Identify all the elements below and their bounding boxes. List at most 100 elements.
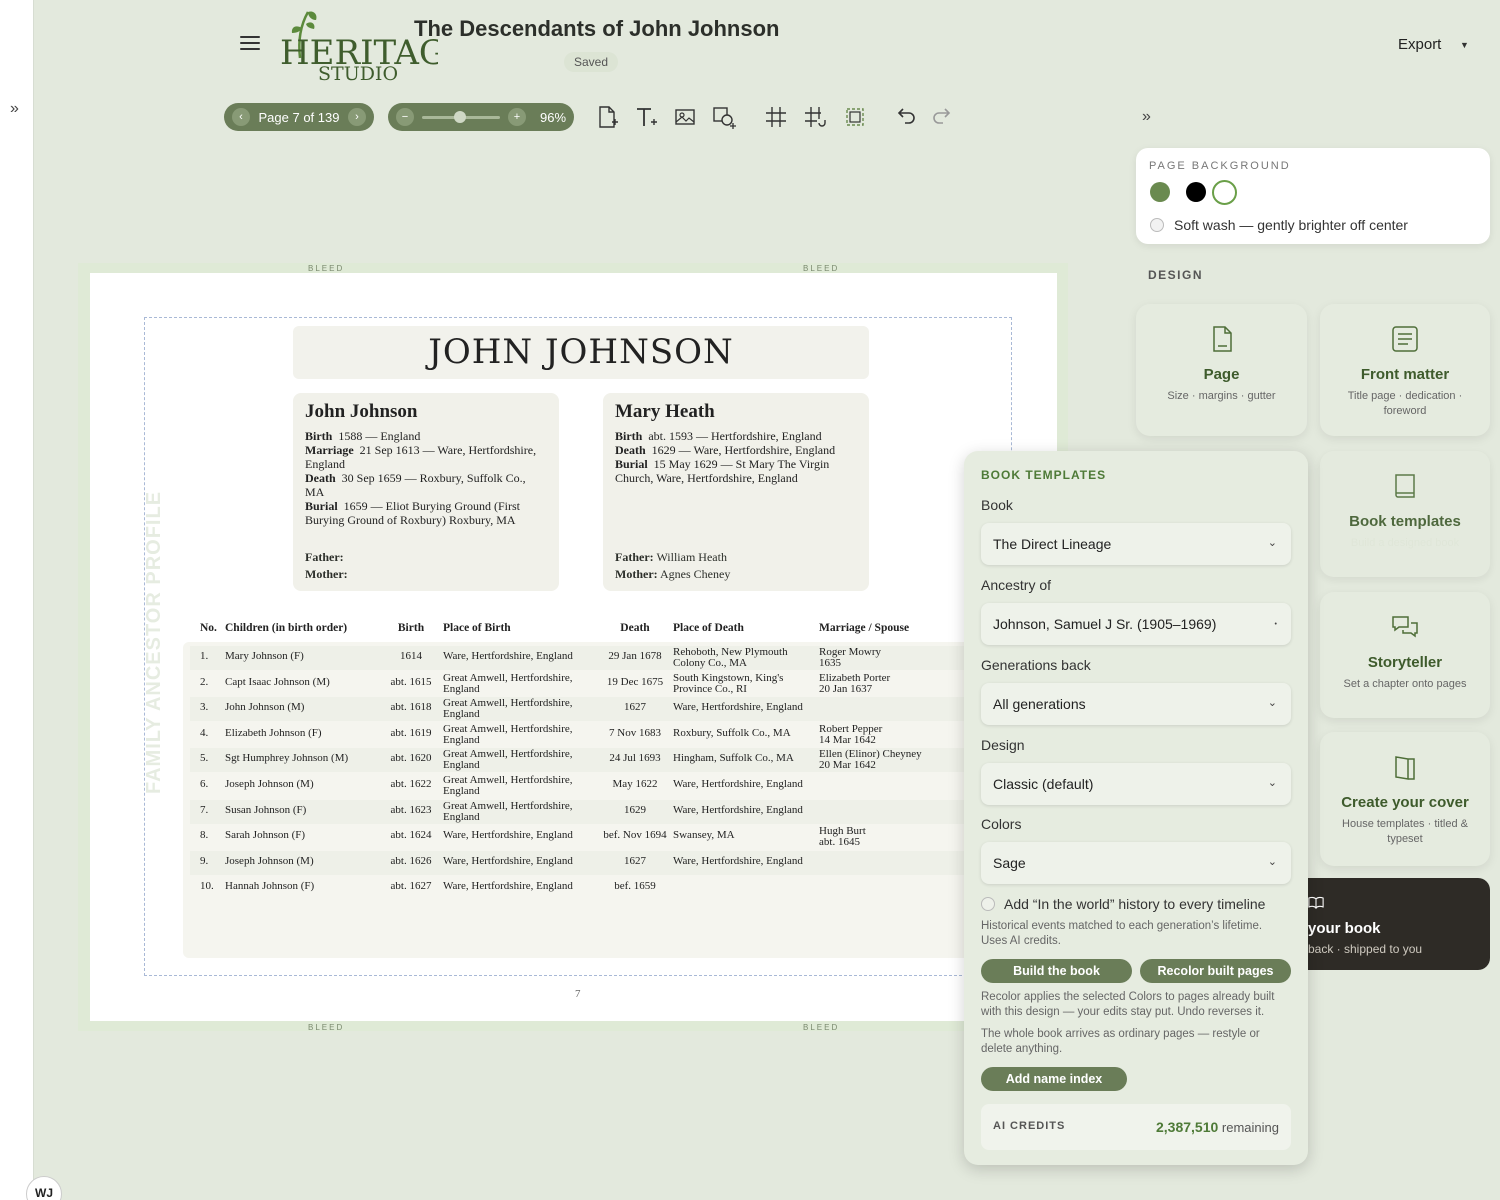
storyteller-card[interactable]: Storyteller Set a chapter onto pages	[1320, 592, 1490, 718]
parents-block: Father: William Heath Mother: Agnes Chen…	[615, 550, 731, 581]
table-row[interactable]: 5. Sgt Humphrey Johnson (M) abt. 1620 Great…	[190, 748, 990, 773]
history-checkbox[interactable]	[981, 897, 995, 911]
design-section-heading: DESIGN	[1148, 268, 1204, 282]
export-button[interactable]: Export	[1398, 36, 1441, 53]
collapse-panel-icon[interactable]: »	[1142, 108, 1151, 126]
previous-page-button[interactable]: ‹	[232, 108, 250, 126]
table-row[interactable]: 3. John Johnson (M) abt. 1618 Great Amwell,…	[190, 697, 990, 722]
recolor-pages-button[interactable]: Recolor built pages	[1140, 959, 1291, 983]
page-settings-card[interactable]: Page Size · margins · gutter	[1136, 304, 1307, 436]
card-subtitle: House templates · titled & typeset	[1342, 818, 1468, 845]
table-cell: abt. 1615	[390, 675, 432, 688]
expand-left-rail-icon[interactable]: »	[10, 100, 19, 118]
user-avatar[interactable]: WJ	[26, 1176, 62, 1200]
table-row[interactable]: 7. Susan Johnson (F) abt. 1623 Great Amwell…	[190, 799, 990, 824]
card-subtitle: Set a chapter onto pages	[1343, 678, 1467, 690]
table-row[interactable]: 10. Hannah Johnson (F) abt. 1627 Ware, Hert…	[190, 876, 990, 900]
soft-wash-toggle[interactable]	[1150, 218, 1164, 232]
zoom-slider[interactable]	[422, 110, 500, 123]
build-book-button[interactable]: Build the book	[981, 959, 1132, 983]
grid-icon[interactable]	[763, 104, 789, 130]
chevron-down-icon: ⌄	[1267, 697, 1277, 709]
add-text-icon[interactable]	[634, 104, 660, 130]
table-cell: Ware, Hertfordshire, England	[673, 701, 803, 714]
table-row[interactable]: 2. Capt Isaac Johnson (M) abt. 1615 Great A…	[190, 672, 990, 696]
table-row[interactable]: 8. Sarah Johnson (F) abt. 1624 Ware, Hertfo…	[190, 825, 990, 849]
table-cell: bef. Nov 1694	[603, 829, 667, 842]
profile-name-banner[interactable]: JOHN JOHNSON	[293, 326, 869, 379]
table-header-cell: Death	[620, 622, 650, 634]
generations-select[interactable]: All generations ⌄	[981, 683, 1291, 725]
table-cell: 7.	[200, 803, 209, 816]
swatch-black[interactable]	[1186, 182, 1206, 202]
colors-select[interactable]: Sage ⌄	[981, 842, 1291, 884]
table-cell: 1627	[624, 854, 646, 867]
redo-icon[interactable]	[930, 104, 956, 130]
table-cell: Ware, Hertfordshire, England	[443, 650, 573, 662]
mother-card[interactable]: Mary Heath Birth abt. 1593 — Hertfordshi…	[603, 393, 869, 591]
ai-credits-value: 2,387,510 remaining	[1155, 1119, 1279, 1135]
recolor-note: Recolor applies the selected Colors to p…	[981, 991, 1275, 1018]
table-cell: 3.	[200, 701, 209, 714]
table-cell: Great Amwell, Hertfordshire, England	[443, 774, 573, 797]
hamburger-menu-icon[interactable]	[240, 36, 260, 52]
table-row[interactable]: 6. Joseph Johnson (M) abt. 1622 Great Amwel…	[190, 774, 990, 798]
add-page-icon[interactable]	[594, 104, 620, 130]
table-row[interactable]: 9. Joseph Johnson (M) abt. 1626 Ware, Hertf…	[190, 850, 990, 875]
book-label: Book	[981, 497, 1013, 513]
father-card[interactable]: John Johnson Birth 1588 — England Marria…	[293, 393, 559, 591]
zoom-slider-thumb[interactable]	[454, 110, 466, 123]
book-select[interactable]: The Direct Lineage ⌄	[981, 523, 1291, 565]
whole-book-note: The whole book arrives as ordinary pages…	[981, 1028, 1260, 1055]
book-templates-card[interactable]: Book templates Build a designed book	[1320, 451, 1490, 577]
add-image-icon[interactable]	[673, 104, 699, 130]
ancestry-label: Ancestry of	[981, 577, 1052, 593]
card-title: Page	[1203, 366, 1240, 383]
fact-line: Death 1629 — Ware, Hertfordshire, Englan…	[615, 443, 836, 457]
print-book-card[interactable]: your book back · shipped to you	[1290, 878, 1490, 970]
frame-icon[interactable]	[842, 104, 868, 130]
add-shape-icon[interactable]	[711, 104, 737, 130]
table-header-cell: Birth	[397, 622, 425, 634]
parents-block: Father: Mother:	[305, 550, 348, 581]
document-title[interactable]: The Descendants of John Johnson	[414, 16, 779, 42]
table-cell: bef. 1659	[614, 880, 656, 893]
table-cell: Ware, Hertfordshire, England	[673, 803, 803, 816]
card-title: Book templates	[1349, 513, 1461, 530]
swatch-sage[interactable]	[1150, 182, 1170, 202]
ancestry-select[interactable]: Johnson, Samuel J Sr. (1905–1969) •	[981, 603, 1291, 645]
table-cell: Ware, Hertfordshire, England	[443, 880, 573, 893]
export-caret-icon[interactable]: ▼	[1460, 40, 1469, 50]
zoom-out-button[interactable]: −	[396, 108, 414, 126]
table-header-cell: Place of Birth	[443, 622, 511, 634]
table-row[interactable]: 1. Mary Johnson (F) 1614 Ware, Hertfordshir…	[190, 646, 990, 670]
table-cell: abt. 1622	[390, 778, 432, 790]
fact-line: Burial 15 May 1629 — St Mary The Virgin …	[615, 457, 830, 485]
front-matter-card[interactable]: Front matter Title page · dedication · f…	[1320, 304, 1490, 436]
table-cell: abt. 1626	[390, 854, 432, 867]
table-cell: Hannah Johnson (F)	[225, 880, 315, 893]
table-cell: 1629	[624, 803, 646, 816]
table-row[interactable]: 4. Elizabeth Johnson (F) abt. 1619 Great Am…	[190, 723, 990, 747]
ai-credits-box: AI CREDITS 2,387,510 remaining	[981, 1104, 1291, 1150]
table-cell: abt. 1623	[390, 803, 432, 816]
next-page-button[interactable]: ›	[348, 108, 366, 126]
card-title: Front matter	[1360, 366, 1450, 383]
table-cell: abt. 1627	[390, 880, 432, 893]
table-cell: Ware, Hertfordshire, England	[673, 854, 803, 867]
page-number: 7	[575, 988, 581, 1000]
design-select[interactable]: Classic (default) ⌄	[981, 763, 1291, 805]
undo-icon[interactable]	[892, 104, 918, 130]
soft-wash-label: Soft wash — gently brighter off center	[1174, 217, 1408, 233]
zoom-in-button[interactable]: +	[507, 108, 526, 126]
table-cell: 1614	[400, 650, 422, 662]
chevron-down-icon: ⌄	[1267, 537, 1277, 549]
add-name-index-button[interactable]: Add name index	[981, 1067, 1127, 1091]
table-cell: 4.	[200, 726, 209, 739]
snap-grid-icon[interactable]	[802, 104, 828, 130]
table-cell: Great Amwell, Hertfordshire, England	[443, 748, 573, 772]
create-cover-card[interactable]: Create your cover House templates · titl…	[1320, 732, 1490, 866]
swatch-white-selected[interactable]	[1212, 180, 1237, 205]
book-icon	[1390, 471, 1420, 501]
caret-icon: •	[1274, 621, 1277, 628]
